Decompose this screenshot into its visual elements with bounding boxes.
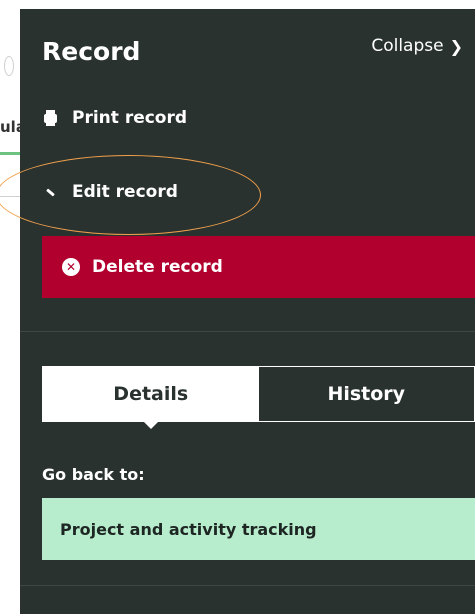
pencil-icon (42, 184, 58, 200)
delete-record-label: Delete record (92, 257, 223, 277)
printer-icon (42, 109, 58, 126)
background-tab-underline (0, 152, 20, 155)
collapse-button[interactable]: Collapse ❯ (371, 36, 463, 56)
background-page: ula (0, 0, 26, 614)
tab-details[interactable]: Details (43, 367, 259, 429)
go-back-link-text: Project and activity tracking (60, 519, 317, 539)
record-panel: Record Collapse ❯ Print record Edit reco… (0, 9, 475, 614)
x-circle-icon: ✕ (62, 258, 80, 276)
tab-details-label: Details (113, 383, 189, 405)
record-tabs: Details History (42, 366, 475, 429)
background-divider (0, 196, 20, 197)
edit-record-button[interactable]: Edit record (42, 182, 178, 202)
tab-history-label: History (327, 383, 406, 405)
collapse-label: Collapse (371, 36, 444, 56)
bottom-divider (20, 585, 475, 586)
print-record-label: Print record (72, 108, 188, 128)
print-record-button[interactable]: Print record (42, 108, 187, 128)
background-partial-ring (4, 56, 14, 76)
section-divider (20, 331, 475, 332)
chevron-right-icon: ❯ (449, 36, 463, 56)
tab-history[interactable]: History (258, 367, 474, 421)
panel-title: Record (42, 37, 141, 66)
go-back-link[interactable]: Project and activity tracking (42, 498, 475, 560)
delete-record-button[interactable]: ✕ Delete record (42, 236, 475, 298)
go-back-label: Go back to: (42, 465, 145, 484)
edit-record-label: Edit record (72, 182, 178, 202)
